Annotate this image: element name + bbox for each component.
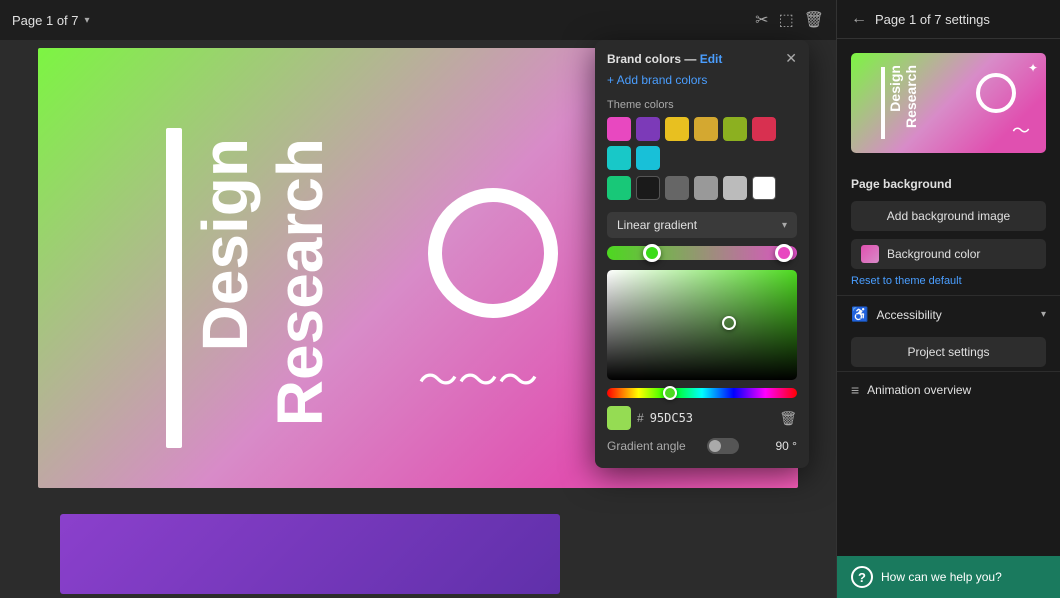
top-bar: Page 1 of 7 ▾ ✂ ⬚ 🗑 bbox=[0, 0, 836, 40]
close-button[interactable]: ✕ bbox=[785, 50, 797, 67]
gradient-angle-value: 90 ° bbox=[761, 439, 797, 453]
reset-to-theme-default-link[interactable]: Reset to theme default bbox=[837, 273, 1060, 295]
gradient-angle-label: Gradient angle bbox=[607, 439, 686, 453]
theme-color-swatches-row2 bbox=[595, 176, 809, 206]
swatch-darkgray[interactable] bbox=[665, 176, 689, 200]
page-selector[interactable]: Page 1 of 7 ▾ bbox=[12, 13, 90, 28]
page2-thumbnail[interactable] bbox=[60, 514, 560, 594]
swatch-medgray[interactable] bbox=[694, 176, 718, 200]
main-canvas-area: Page 1 of 7 ▾ ✂ ⬚ 🗑 Design Research 〜〜〜 … bbox=[0, 0, 836, 598]
page-chevron-icon: ▾ bbox=[85, 15, 90, 26]
swatch-teal[interactable] bbox=[607, 146, 631, 170]
slide-circle bbox=[428, 188, 558, 318]
help-icon: ? bbox=[851, 566, 873, 588]
popup-title: Brand colors — Edit bbox=[607, 52, 722, 66]
preview-design-bar bbox=[881, 67, 885, 139]
bg-color-label: Background color bbox=[887, 247, 980, 261]
right-panel-title: Page 1 of 7 settings bbox=[875, 12, 990, 27]
swatch-green[interactable] bbox=[607, 176, 631, 200]
swatch-purple[interactable] bbox=[636, 117, 660, 141]
slide-design-text: Design bbox=[193, 138, 257, 351]
right-panel-header: ← Page 1 of 7 settings bbox=[837, 0, 1060, 39]
preview-design-text: Design bbox=[887, 65, 903, 112]
duplicate-icon[interactable]: ⬚ bbox=[779, 10, 794, 30]
accessibility-accordion[interactable]: ♿ Accessibility ▾ bbox=[837, 295, 1060, 333]
hex-hash-symbol: # bbox=[637, 411, 644, 425]
theme-colors-label: Theme colors bbox=[595, 95, 809, 117]
toolbar-icons: ✂ ⬚ 🗑 bbox=[755, 10, 824, 30]
page-background-title: Page background bbox=[837, 167, 1060, 197]
gradient-angle-row: Gradient angle 90 ° bbox=[607, 438, 797, 454]
hue-slider[interactable] bbox=[607, 388, 797, 398]
animation-icon: ≡ bbox=[851, 382, 859, 398]
back-arrow-icon[interactable]: ← bbox=[851, 10, 867, 28]
help-bar[interactable]: ? How can we help you? bbox=[837, 556, 1060, 598]
hex-input-field[interactable] bbox=[650, 411, 730, 425]
color-popup: Brand colors — Edit ✕ + Add brand colors… bbox=[595, 40, 809, 468]
swatch-black[interactable] bbox=[636, 176, 660, 200]
slide-wave-icon: 〜〜〜 bbox=[418, 348, 538, 406]
page2-gradient bbox=[60, 514, 560, 594]
swatch-red[interactable] bbox=[752, 117, 776, 141]
gradient-slider[interactable] bbox=[607, 246, 797, 260]
gradient-thumb-left[interactable] bbox=[643, 244, 661, 262]
accessibility-arrow-icon: ▾ bbox=[1041, 309, 1046, 320]
swatch-yellow[interactable] bbox=[665, 117, 689, 141]
hex-trash-icon[interactable]: 🗑 bbox=[779, 410, 797, 427]
animation-left: ≡ Animation overview bbox=[851, 382, 971, 398]
gradient-thumb-right[interactable] bbox=[775, 244, 793, 262]
swatch-olive[interactable] bbox=[723, 117, 747, 141]
page-preview-thumbnail[interactable]: Design Research 〜 ✦ bbox=[851, 53, 1046, 153]
hue-thumb[interactable] bbox=[663, 386, 677, 400]
preview-wave: 〜 bbox=[1012, 117, 1030, 143]
swatch-white[interactable] bbox=[752, 176, 776, 200]
edit-link[interactable]: Edit bbox=[700, 52, 723, 66]
project-settings-button[interactable]: Project settings bbox=[851, 337, 1046, 367]
animation-overview-label: Animation overview bbox=[867, 383, 971, 397]
hex-color-preview bbox=[607, 406, 631, 430]
add-brand-colors-button[interactable]: + Add brand colors bbox=[607, 73, 797, 87]
picker-cursor[interactable] bbox=[722, 316, 736, 330]
preview-circle bbox=[976, 73, 1016, 113]
swatch-cyan[interactable] bbox=[636, 146, 660, 170]
add-background-image-button[interactable]: Add background image bbox=[851, 201, 1046, 231]
slide-white-bar bbox=[166, 128, 182, 448]
magic-icon[interactable]: ✦ bbox=[1028, 61, 1038, 75]
accessibility-label: Accessibility bbox=[876, 308, 941, 322]
delete-icon[interactable]: 🗑 bbox=[804, 10, 824, 30]
gradient-angle-toggle[interactable] bbox=[707, 438, 739, 454]
accessibility-left: ♿ Accessibility bbox=[851, 306, 942, 323]
background-color-button[interactable]: Background color bbox=[851, 239, 1046, 269]
animation-overview-accordion[interactable]: ≡ Animation overview bbox=[837, 371, 1060, 408]
bg-color-swatch bbox=[861, 245, 879, 263]
toggle-knob bbox=[709, 440, 721, 452]
popup-header: Brand colors — Edit ✕ bbox=[595, 40, 809, 73]
slide-research-text: Research bbox=[268, 138, 332, 426]
scissors-icon[interactable]: ✂ bbox=[755, 10, 768, 30]
gradient-type-dropdown[interactable]: Linear gradient ▾ bbox=[607, 212, 797, 238]
page-label: Page 1 of 7 bbox=[12, 13, 79, 28]
right-panel: ← Page 1 of 7 settings Design Research 〜… bbox=[836, 0, 1060, 598]
swatch-pink[interactable] bbox=[607, 117, 631, 141]
color-picker-saturation[interactable] bbox=[607, 270, 797, 380]
preview-research-text: Research bbox=[903, 65, 919, 128]
swatch-lightgray[interactable] bbox=[723, 176, 747, 200]
hex-input-row: # 🗑 bbox=[607, 406, 797, 430]
accessibility-icon: ♿ bbox=[851, 306, 868, 323]
help-text: How can we help you? bbox=[881, 570, 1002, 584]
swatch-orange[interactable] bbox=[694, 117, 718, 141]
theme-color-swatches bbox=[595, 117, 809, 176]
dropdown-arrow-icon: ▾ bbox=[782, 220, 787, 231]
